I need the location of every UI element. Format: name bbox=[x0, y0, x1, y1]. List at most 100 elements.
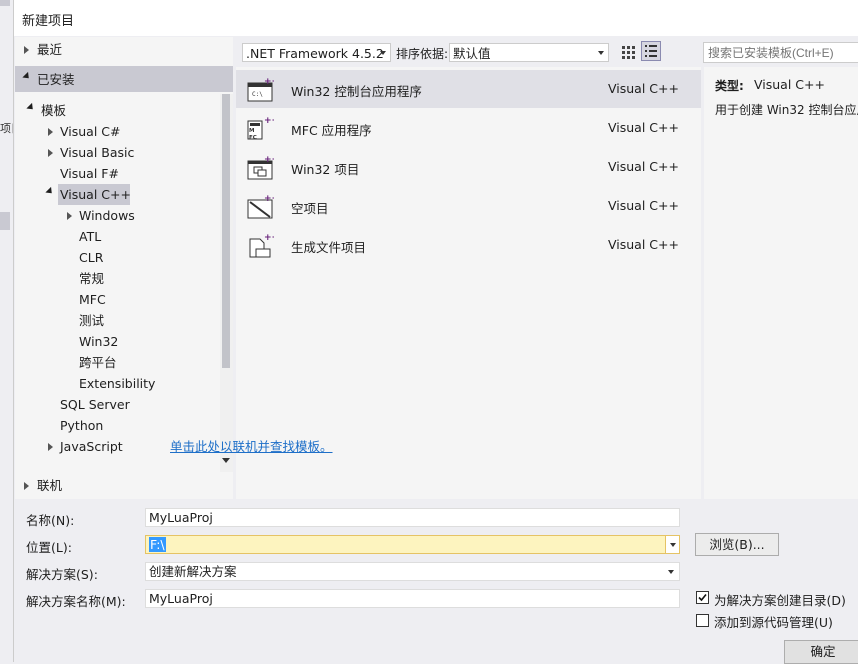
template-row-win32-console[interactable]: C:\ ++ Win32 控制台应用程序 Visual C++ bbox=[236, 70, 701, 108]
tree-node-label: Python bbox=[60, 418, 104, 433]
title-bar: 新建项目 bbox=[14, 0, 858, 36]
browse-button[interactable]: 浏览(B)... bbox=[695, 533, 779, 556]
empty-project-icon: ++ bbox=[247, 194, 274, 219]
tree-node-label: Win32 bbox=[79, 334, 119, 349]
tree-node-label: 最近 bbox=[37, 42, 63, 57]
tree-node-label: SQL Server bbox=[60, 397, 130, 412]
dialog-title: 新建项目 bbox=[22, 14, 75, 29]
svg-text:FC: FC bbox=[249, 135, 257, 141]
svg-text:C:\: C:\ bbox=[252, 91, 263, 98]
tree-node-label: Windows bbox=[79, 208, 135, 223]
background-ide-strip: 项目 bbox=[0, 0, 13, 662]
template-language: Visual C++ bbox=[608, 81, 679, 96]
tree-node-online[interactable]: 联机 bbox=[15, 475, 233, 496]
svg-text:++: ++ bbox=[264, 155, 274, 165]
template-name: Win32 项目 bbox=[291, 162, 360, 177]
type-label: 类型: bbox=[715, 79, 744, 93]
type-value: Visual C++ bbox=[754, 77, 825, 92]
tree-node-installed[interactable]: 已安装 bbox=[15, 66, 233, 92]
chevron-down-icon bbox=[668, 570, 674, 574]
checkmark-icon bbox=[698, 593, 707, 602]
template-language: Visual C++ bbox=[608, 159, 679, 174]
solution-name-field[interactable]: MyLuaProj bbox=[145, 589, 680, 608]
location-value: F:\ bbox=[149, 537, 166, 552]
tree-node-label: 跨平台 bbox=[79, 355, 117, 370]
tree-node-label: 联机 bbox=[37, 478, 63, 493]
add-source-control-checkbox[interactable] bbox=[696, 614, 709, 627]
svg-text:++: ++ bbox=[264, 116, 274, 126]
location-field[interactable]: F:\ bbox=[145, 535, 680, 554]
expand-arrow-icon bbox=[48, 128, 53, 136]
sort-label: 排序依据: bbox=[396, 47, 449, 61]
tree-node-label: Visual C++ bbox=[60, 187, 131, 202]
solution-label: 解决方案(S): bbox=[26, 567, 98, 582]
makefile-project-icon: ++ bbox=[249, 233, 274, 258]
console-app-icon: C:\ ++ bbox=[247, 77, 274, 102]
small-icons-view-button[interactable] bbox=[618, 42, 638, 62]
sort-dropdown[interactable]: 默认值 bbox=[449, 43, 609, 62]
template-row-empty-project[interactable]: ++ 空项目 Visual C++ bbox=[236, 187, 701, 225]
tree-scrollbar[interactable] bbox=[220, 94, 233, 472]
create-directory-label[interactable]: 为解决方案创建目录(D) bbox=[714, 590, 846, 609]
expand-arrow-icon bbox=[67, 212, 72, 220]
project-name-field[interactable]: MyLuaProj bbox=[145, 508, 680, 527]
tree-node-label: 常规 bbox=[79, 271, 105, 286]
sort-value: 默认值 bbox=[453, 46, 491, 61]
tree-node-label: CLR bbox=[79, 250, 104, 265]
template-list: C:\ ++ Win32 控制台应用程序 Visual C++ M FC ++ … bbox=[236, 67, 701, 367]
chevron-down-icon bbox=[598, 51, 604, 55]
tree-node-label: 已安装 bbox=[37, 72, 75, 87]
tree-node-label: 模板 bbox=[41, 103, 67, 118]
template-row-win32-project[interactable]: ++ Win32 项目 Visual C++ bbox=[236, 148, 701, 186]
svg-text:++: ++ bbox=[264, 194, 274, 204]
collapse-arrow-icon bbox=[22, 71, 32, 82]
framework-value: .NET Framework 4.5.2 bbox=[246, 46, 384, 61]
solution-name-label: 解决方案名称(M): bbox=[26, 594, 126, 609]
chevron-down-icon bbox=[670, 543, 676, 547]
template-name: 空项目 bbox=[291, 201, 329, 216]
tree-node-label: JavaScript bbox=[60, 439, 123, 454]
template-name: Win32 控制台应用程序 bbox=[291, 84, 422, 99]
collapse-arrow-icon bbox=[26, 102, 36, 113]
ok-button[interactable]: 确定 bbox=[784, 640, 858, 664]
create-directory-checkbox[interactable] bbox=[696, 591, 709, 604]
tree-node-recent[interactable]: 最近 bbox=[15, 39, 233, 60]
template-language: Visual C++ bbox=[608, 237, 679, 252]
collapse-arrow-icon bbox=[45, 186, 55, 197]
background-selection bbox=[0, 212, 10, 230]
tree-node-label: 测试 bbox=[79, 313, 105, 328]
scrollbar-thumb[interactable] bbox=[222, 94, 230, 368]
mfc-app-icon: M FC ++ bbox=[247, 116, 274, 141]
list-view-icon bbox=[645, 45, 657, 57]
scroll-down-arrow-icon[interactable] bbox=[222, 458, 230, 463]
svg-text:M: M bbox=[249, 128, 254, 134]
new-project-dialog: 新建项目 最近 已安装 模板 Visual C# Visual Basic Vi… bbox=[13, 0, 858, 664]
template-language: Visual C++ bbox=[608, 198, 679, 213]
framework-dropdown[interactable]: .NET Framework 4.5.2 bbox=[242, 43, 391, 62]
expand-arrow-icon bbox=[48, 443, 53, 451]
name-label: 名称(N): bbox=[26, 513, 75, 528]
find-templates-online-link[interactable]: 单击此处以联机并查找模板。 bbox=[170, 436, 333, 455]
expand-arrow-icon bbox=[48, 149, 53, 157]
list-view-button[interactable] bbox=[641, 41, 661, 61]
background-text-fragment: 项目 bbox=[0, 122, 13, 135]
template-language: Visual C++ bbox=[608, 120, 679, 135]
tree-node-label: MFC bbox=[79, 292, 106, 307]
template-row-makefile-project[interactable]: ++ 生成文件项目 Visual C++ bbox=[236, 226, 701, 264]
template-name: 生成文件项目 bbox=[291, 240, 367, 255]
expand-arrow-icon bbox=[24, 482, 29, 490]
add-source-control-label[interactable]: 添加到源代码管理(U) bbox=[714, 612, 833, 631]
search-templates-input[interactable] bbox=[703, 42, 858, 63]
template-info-panel: 类型: Visual C++ 用于创建 Win32 控制台应用 bbox=[704, 67, 858, 499]
svg-text:++: ++ bbox=[264, 77, 274, 87]
tree-node-label: Visual C# bbox=[60, 124, 121, 139]
location-label: 位置(L): bbox=[26, 540, 72, 555]
expand-arrow-icon bbox=[24, 46, 29, 54]
location-dropdown-button[interactable] bbox=[665, 536, 679, 553]
tree-node-label: Visual Basic bbox=[60, 145, 135, 160]
solution-dropdown[interactable]: 创建新解决方案 bbox=[145, 562, 680, 581]
solution-name-value: MyLuaProj bbox=[149, 591, 213, 606]
template-name: MFC 应用程序 bbox=[291, 123, 372, 138]
template-row-mfc-app[interactable]: M FC ++ MFC 应用程序 Visual C++ bbox=[236, 109, 701, 147]
project-name-value: MyLuaProj bbox=[149, 510, 213, 525]
